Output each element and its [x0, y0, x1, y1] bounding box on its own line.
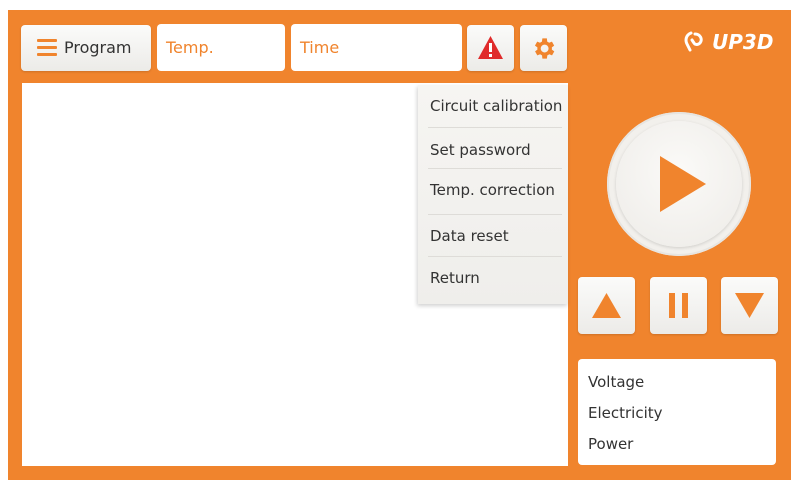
program-button[interactable]: Program: [21, 25, 151, 71]
alert-button[interactable]: [467, 25, 514, 71]
pause-icon: [669, 293, 688, 318]
readout-panel: Voltage Electricity Power: [578, 359, 776, 465]
temp-field[interactable]: Temp.: [157, 24, 285, 71]
voltage-label: Voltage: [588, 373, 645, 391]
warning-icon: [478, 36, 503, 59]
logo-text: UP3D: [712, 30, 774, 54]
time-field[interactable]: Time: [291, 24, 462, 71]
play-icon: [660, 156, 706, 212]
brand-logo: UP3D: [682, 30, 773, 54]
play-button[interactable]: [607, 112, 751, 256]
gear-icon: [534, 38, 555, 59]
menu-divider: [428, 214, 562, 215]
program-label: Program: [64, 38, 132, 57]
menu-divider: [428, 127, 562, 128]
menu-item-temp-correction[interactable]: Temp. correction: [430, 181, 555, 199]
pause-button[interactable]: [650, 277, 707, 334]
menu-divider: [428, 256, 562, 257]
menu-item-circuit-calibration[interactable]: Circuit calibration: [430, 97, 562, 115]
settings-menu: Circuit calibration Set password Temp. c…: [418, 85, 568, 304]
down-button[interactable]: [721, 277, 778, 334]
electricity-label: Electricity: [588, 404, 663, 422]
arrow-up-icon: [592, 293, 621, 318]
settings-button[interactable]: [520, 25, 567, 71]
play-button-face: [616, 121, 742, 247]
arrow-down-icon: [735, 293, 764, 318]
menu-item-return[interactable]: Return: [430, 269, 480, 287]
logo-mark-icon: [684, 31, 703, 52]
menu-item-data-reset[interactable]: Data reset: [430, 227, 509, 245]
hamburger-icon: [37, 39, 57, 57]
power-label: Power: [588, 435, 634, 453]
up-button[interactable]: [578, 277, 635, 334]
menu-divider: [428, 168, 562, 169]
menu-item-set-password[interactable]: Set password: [430, 141, 531, 159]
